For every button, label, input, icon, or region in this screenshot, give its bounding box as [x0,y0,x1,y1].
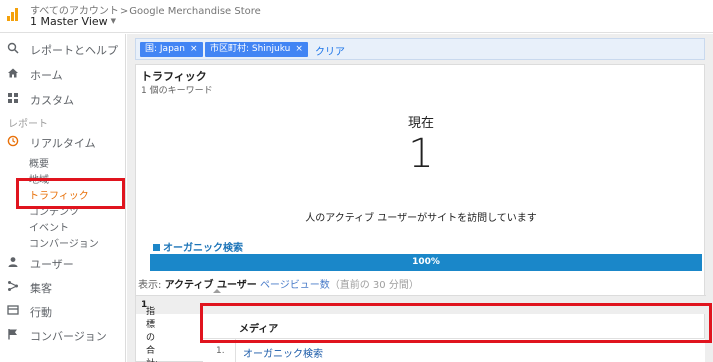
tab-indicator-icon [213,289,221,293]
sidebar-item-realtime[interactable]: リアルタイム [0,131,126,153]
row-media-link[interactable]: オーガニック検索 [243,345,323,360]
sidebar-item-audience[interactable]: ユーザー [0,252,126,274]
clear-filters-link[interactable]: クリア [315,43,345,58]
sidebar-subitem-conversions[interactable]: コンバージョン [29,235,99,250]
sidebar-item-label: ホーム [30,69,63,82]
tab-active-users[interactable]: アクティブ ユーザー [165,280,257,291]
clock-icon [7,135,19,147]
filter-chip-country[interactable]: 国: Japan × [140,42,203,57]
panel-title: トラフィック [141,70,207,83]
top-header: すべてのアカウント>Google Merchandise Store 1 Mas… [0,0,713,33]
traffic-panel: トラフィック 1 個のキーワード 現在 1 人のアクティブ ユーザーがサイトを訪… [135,64,706,362]
filter-chip-city[interactable]: 市区町村: Shinjuku × [205,42,308,57]
sidebar-item-label: レポートとヘルプ [30,44,118,57]
pageviews-note: （直前の 30 分間） [329,280,419,291]
acquisition-icon [8,281,18,291]
row-index: 1. [216,346,225,356]
sidebar-subitem-locations[interactable]: 地域 [29,171,49,186]
sidebar-item-home[interactable]: ホーム [0,63,126,85]
share-bar: 100% [150,254,702,271]
total-label: 指標の合計: [146,307,158,362]
sidebar-item-acquisition[interactable]: 集客 [0,276,126,298]
filter-chip-label: 市区町村: Shinjuku [210,44,291,54]
sidebar-item-label: ユーザー [30,258,74,271]
sidebar-item-label: カスタム [30,94,74,107]
column-divider [235,339,236,362]
sidebar-item-label: コンバージョン [30,330,107,343]
column-header-media[interactable]: メディア [239,320,278,335]
sidebar-item-label: 行動 [30,306,52,319]
sidebar-item-search[interactable]: レポートとヘルプ [0,38,126,60]
current-label: 現在 [407,116,434,131]
legend-swatch [153,244,160,251]
sidebar-item-conversions[interactable]: コンバージョン [0,324,126,346]
breadcrumb-property[interactable]: Google Merchandise Store [129,6,261,17]
sidebar-item-label: 集客 [30,282,52,295]
filter-chip-label: 国: Japan [145,44,185,54]
view-selector[interactable]: 1 Master View ▼ [30,15,116,28]
panel-subtitle: 1 個のキーワード [141,86,213,96]
reports-section-label: レポート [8,119,48,130]
active-users-count: 1 [408,131,434,177]
close-icon[interactable]: × [190,44,198,54]
legend-item: オーガニック検索 [153,239,243,254]
home-icon [8,68,18,78]
search-icon [7,42,19,54]
sidebar-subitem-content[interactable]: コンテンツ [29,203,79,218]
table-row[interactable]: 1. オーガニック検索 [203,338,705,362]
dashboard-icon [8,93,18,103]
person-icon [8,257,18,267]
sidebar-item-custom[interactable]: カスタム [0,88,126,110]
behavior-icon [7,305,19,315]
main-content: 国: Japan × 市区町村: Shinjuku × クリア トラフィック 1 個… [127,34,713,362]
filter-bar: 国: Japan × 市区町村: Shinjuku × クリア [135,38,705,60]
tab-pageviews[interactable]: ページビュー数 [260,280,330,291]
close-icon[interactable]: × [295,44,303,54]
sidebar-item-label: リアルタイム [30,137,96,150]
active-users-description: 人のアクティブ ユーザーがサイトを訪問しています [305,213,537,224]
flag-icon [8,329,17,340]
view-name: 1 Master View [30,15,108,28]
sidebar-subitem-overview[interactable]: 概要 [29,155,49,170]
metric-total-row: 指標の合計: 1 [136,295,706,362]
sidebar: レポートとヘルプ ホーム カスタム レポート リアルタイム 概要 地域 トラフィ… [0,34,126,362]
analytics-realtime-page: すべてのアカウント>Google Merchandise Store 1 Mas… [0,0,713,362]
breadcrumb-separator: > [119,6,129,17]
table-header: メディア [203,316,705,337]
display-prefix: 表示: [138,280,162,291]
sidebar-subitem-traffic[interactable]: トラフィック [29,187,89,202]
share-bar-label: 100% [412,257,440,267]
legend-label: オーガニック検索 [163,243,243,254]
analytics-logo-icon[interactable] [6,7,20,21]
chevron-down-icon: ▼ [110,17,117,25]
metric-switcher: 表示: アクティブ ユーザー ページビュー数（直前の 30 分間） [138,276,419,291]
sidebar-item-behavior[interactable]: 行動 [0,300,126,322]
sidebar-subitem-events[interactable]: イベント [29,219,69,234]
